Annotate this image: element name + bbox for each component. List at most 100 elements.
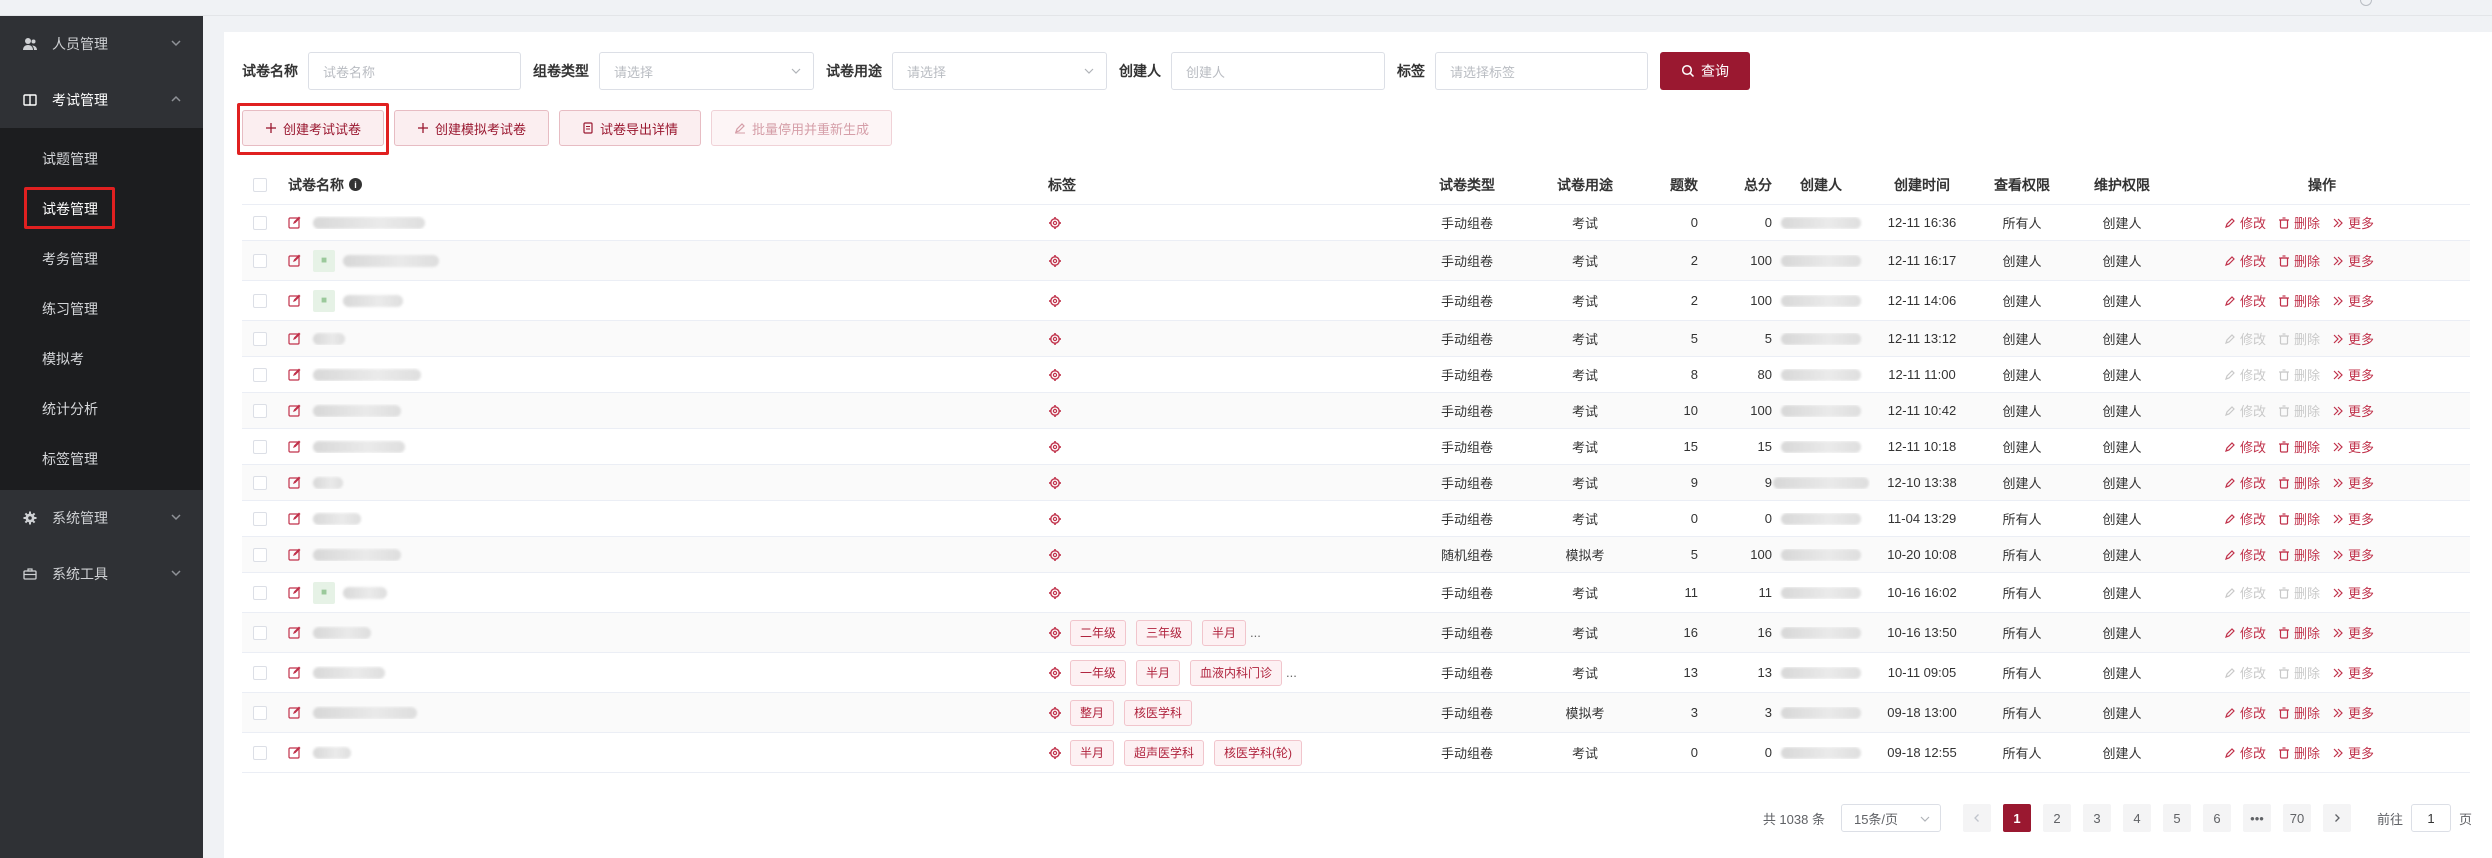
row-checkbox[interactable] (253, 293, 267, 308)
more-button[interactable]: 更多 (2332, 703, 2374, 722)
modify-button[interactable]: 修改 (2224, 743, 2266, 762)
modify-button[interactable]: 修改 (2224, 545, 2266, 564)
paper-name-input[interactable]: 试卷名称 (308, 52, 521, 90)
row-checkbox[interactable] (253, 547, 267, 562)
paper-name-redacted[interactable] (313, 706, 417, 719)
page-button[interactable]: 3 (2082, 804, 2111, 832)
row-checkbox[interactable] (253, 625, 267, 640)
edit-icon[interactable] (288, 440, 301, 453)
paper-name-redacted[interactable] (313, 404, 401, 417)
delete-button[interactable]: 删除 (2278, 663, 2320, 682)
nav-group-system[interactable]: 系统管理 (0, 490, 203, 546)
more-button[interactable]: 更多 (2332, 437, 2374, 456)
tag-settings-icon[interactable] (1048, 368, 1062, 382)
modify-button[interactable]: 修改 (2224, 365, 2266, 384)
page-button[interactable]: 5 (2162, 804, 2191, 832)
edit-icon[interactable] (288, 476, 301, 489)
delete-button[interactable]: 删除 (2278, 583, 2320, 602)
edit-icon[interactable] (288, 746, 301, 759)
paper-name-redacted[interactable] (313, 626, 371, 639)
more-button[interactable]: 更多 (2332, 663, 2374, 682)
delete-button[interactable]: 删除 (2278, 509, 2320, 528)
more-button[interactable]: 更多 (2332, 509, 2374, 528)
page-button[interactable]: ••• (2242, 804, 2271, 832)
page-button[interactable]: 2 (2042, 804, 2071, 832)
row-checkbox[interactable] (253, 665, 267, 680)
paper-name-redacted[interactable] (313, 368, 421, 381)
more-button[interactable]: 更多 (2332, 401, 2374, 420)
paper-name-redacted[interactable] (313, 548, 401, 561)
edit-icon[interactable] (288, 404, 301, 417)
tag-settings-icon[interactable] (1048, 586, 1062, 600)
sidebar-item-statistics[interactable]: 统计分析 (0, 384, 203, 434)
tag-settings-icon[interactable] (1048, 666, 1062, 680)
edit-icon[interactable] (288, 368, 301, 381)
edit-icon[interactable] (288, 666, 301, 679)
tag-settings-icon[interactable] (1048, 706, 1062, 720)
delete-button[interactable]: 删除 (2278, 545, 2320, 564)
page-size-select[interactable]: 15条/页 (1840, 804, 1941, 832)
delete-button[interactable]: 删除 (2278, 743, 2320, 762)
prev-page-button[interactable] (1962, 804, 1991, 832)
tag-settings-icon[interactable] (1048, 746, 1062, 760)
tag-settings-icon[interactable] (1048, 294, 1062, 308)
modify-button[interactable]: 修改 (2224, 583, 2266, 602)
row-checkbox[interactable] (253, 403, 267, 418)
more-button[interactable]: 更多 (2332, 291, 2374, 310)
more-button[interactable]: 更多 (2332, 583, 2374, 602)
row-checkbox[interactable] (253, 331, 267, 346)
sidebar-item-tags[interactable]: 标签管理 (0, 434, 203, 484)
row-checkbox[interactable] (253, 439, 267, 454)
query-button[interactable]: 查询 (1660, 52, 1750, 90)
next-page-button[interactable] (2322, 804, 2351, 832)
modify-button[interactable]: 修改 (2224, 623, 2266, 642)
delete-button[interactable]: 删除 (2278, 703, 2320, 722)
sidebar-item-mock-exam[interactable]: 模拟考 (0, 334, 203, 384)
tag-settings-icon[interactable] (1048, 254, 1062, 268)
edit-icon[interactable] (288, 548, 301, 561)
row-checkbox[interactable] (253, 745, 267, 760)
paper-name-redacted[interactable] (313, 216, 425, 229)
export-details-button[interactable]: 试卷导出详情 (559, 110, 702, 146)
batch-disable-regenerate-button[interactable]: 批量停用并重新生成 (711, 110, 893, 146)
row-checkbox[interactable] (253, 215, 267, 230)
edit-icon[interactable] (288, 626, 301, 639)
page-button[interactable]: 70 (2282, 804, 2311, 832)
more-button[interactable]: 更多 (2332, 213, 2374, 232)
delete-button[interactable]: 删除 (2278, 623, 2320, 642)
sidebar-item-practice[interactable]: 练习管理 (0, 284, 203, 334)
paper-type-select[interactable]: 请选择 (599, 52, 814, 90)
more-button[interactable]: 更多 (2332, 545, 2374, 564)
paper-use-select[interactable]: 请选择 (892, 52, 1107, 90)
page-jump-input[interactable]: 1 (2410, 804, 2451, 832)
paper-name-redacted[interactable] (313, 746, 351, 759)
edit-icon[interactable] (288, 512, 301, 525)
creator-input[interactable]: 创建人 (1171, 52, 1385, 90)
edit-icon[interactable] (288, 706, 301, 719)
paper-name-redacted[interactable] (313, 332, 345, 345)
more-button[interactable]: 更多 (2332, 623, 2374, 642)
tag-select[interactable]: 请选择标签 (1435, 52, 1648, 90)
modify-button[interactable]: 修改 (2224, 401, 2266, 420)
paper-name-redacted[interactable] (343, 586, 387, 599)
more-button[interactable]: 更多 (2332, 251, 2374, 270)
delete-button[interactable]: 删除 (2278, 437, 2320, 456)
create-mock-paper-button[interactable]: 创建模拟考试卷 (394, 110, 550, 146)
edit-icon[interactable] (288, 254, 301, 267)
row-checkbox[interactable] (253, 705, 267, 720)
page-button[interactable]: 6 (2202, 804, 2231, 832)
edit-icon[interactable] (288, 294, 301, 307)
paper-name-redacted[interactable] (313, 476, 343, 489)
paper-name-redacted[interactable] (313, 666, 385, 679)
paper-name-redacted[interactable] (343, 294, 403, 307)
sidebar-item-paper-management[interactable]: 试卷管理 (0, 184, 203, 234)
paper-name-redacted[interactable] (313, 440, 405, 453)
paper-name-redacted[interactable] (343, 254, 439, 267)
sidebar-item-question-bank[interactable]: 试题管理 (0, 134, 203, 184)
create-exam-paper-button[interactable]: 创建考试试卷 (237, 103, 389, 155)
nav-group-exam[interactable]: 考试管理 (0, 72, 203, 128)
paper-name-redacted[interactable] (313, 512, 361, 525)
more-button[interactable]: 更多 (2332, 329, 2374, 348)
tag-settings-icon[interactable] (1048, 404, 1062, 418)
delete-button[interactable]: 删除 (2278, 365, 2320, 384)
